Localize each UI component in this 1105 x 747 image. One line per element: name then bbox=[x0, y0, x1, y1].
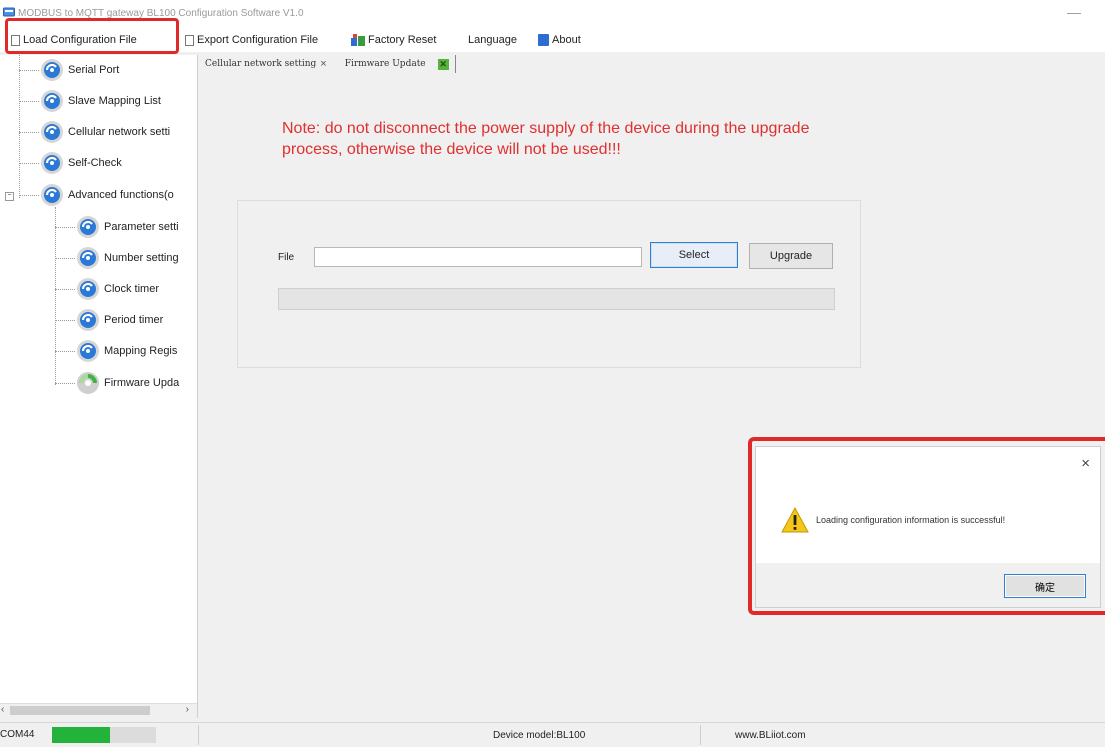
gear-icon bbox=[41, 90, 63, 112]
status-separator bbox=[198, 725, 199, 745]
tab-firmware-update[interactable]: Firmware Update bbox=[345, 59, 426, 69]
website-label: www.BLiiot.com bbox=[735, 730, 806, 741]
upgrade-warning-note: Note: do not disconnect the power supply… bbox=[282, 120, 810, 158]
language-menu[interactable]: Language bbox=[468, 32, 517, 48]
tree-item-label: Period timer bbox=[104, 314, 164, 326]
tree-item-label: Clock timer bbox=[104, 283, 160, 295]
tree-item-serial-port[interactable]: Serial Port bbox=[40, 58, 119, 82]
status-separator bbox=[700, 725, 701, 745]
upgrade-progress-bar bbox=[278, 288, 835, 310]
tree-item-slave-mapping-list[interactable]: Slave Mapping List bbox=[40, 89, 161, 113]
collapse-expander[interactable]: − bbox=[5, 192, 14, 201]
factory-reset-label: Factory Reset bbox=[368, 34, 437, 46]
export-configuration-label: Export Configuration File bbox=[197, 34, 319, 46]
gear-icon bbox=[41, 152, 63, 174]
about-menu[interactable]: About bbox=[538, 32, 581, 48]
upgrade-button[interactable]: Upgrade bbox=[749, 243, 833, 269]
sidebar-horizontal-scrollbar[interactable]: ‹ › bbox=[0, 703, 197, 718]
tree-item-label: Number setting bbox=[104, 252, 179, 264]
scrollbar-thumb[interactable] bbox=[10, 706, 150, 715]
factory-reset-menu[interactable]: Factory Reset bbox=[351, 32, 436, 48]
tree-item-cellular-network[interactable]: Cellular network setti bbox=[40, 120, 170, 144]
tree-item-label: Slave Mapping List bbox=[68, 95, 161, 107]
load-highlight-frame bbox=[5, 18, 179, 54]
tree-item-advanced-functions[interactable]: Advanced functions(o bbox=[40, 183, 174, 207]
select-file-button[interactable]: Select bbox=[650, 242, 738, 268]
tree-item-label: Firmware Upda bbox=[104, 377, 180, 389]
about-label: About bbox=[552, 34, 581, 46]
gear-icon bbox=[77, 309, 99, 331]
tab-separator bbox=[454, 55, 456, 73]
gear-icon bbox=[41, 184, 63, 206]
device-model-label: Device model:BL100 bbox=[493, 730, 586, 741]
status-bar: COM44 Device model:BL100 www.BLiiot.com bbox=[0, 722, 1105, 747]
green-gear-icon bbox=[77, 372, 99, 394]
tab-close-icon[interactable]: × bbox=[320, 58, 326, 70]
scroll-left-arrow-icon[interactable]: ‹ bbox=[1, 704, 4, 715]
file-path-input[interactable] bbox=[314, 247, 642, 267]
export-configuration-menu[interactable]: Export Configuration File bbox=[185, 32, 318, 48]
tab-label: Cellular network setting bbox=[205, 59, 317, 69]
tree-item-label: Serial Port bbox=[68, 64, 120, 76]
tab-cellular-network-setting[interactable]: Cellular network setting × bbox=[205, 58, 327, 70]
tree-item-parameter-setting[interactable]: Parameter setti bbox=[76, 215, 179, 239]
tree-item-label: Cellular network setti bbox=[68, 126, 171, 138]
tree-item-self-check[interactable]: Self-Check bbox=[40, 151, 122, 175]
gear-icon bbox=[77, 278, 99, 300]
about-icon bbox=[538, 34, 549, 46]
tree-item-clock-timer[interactable]: Clock timer bbox=[76, 277, 159, 301]
firmware-upgrade-panel bbox=[237, 200, 861, 368]
gear-icon bbox=[77, 247, 99, 269]
language-label: Language bbox=[468, 34, 517, 46]
dialog-highlight-frame bbox=[748, 437, 1105, 615]
com-port-label: COM44 bbox=[0, 729, 35, 740]
sidebar-tree: − Serial Port Slave Mapping List Cellula… bbox=[0, 55, 198, 718]
tab-label: Firmware Update bbox=[344, 59, 426, 69]
tree-item-label: Mapping Regis bbox=[104, 345, 178, 357]
app-icon bbox=[3, 7, 15, 17]
tree-item-label: Advanced functions(o bbox=[68, 189, 174, 201]
gear-icon bbox=[41, 59, 63, 81]
document-icon bbox=[185, 34, 194, 46]
tree-item-mapping-register[interactable]: Mapping Regis bbox=[76, 339, 177, 363]
tree-item-number-setting[interactable]: Number setting bbox=[76, 246, 179, 270]
tab-strip: Cellular network setting × Firmware Upda… bbox=[205, 53, 456, 75]
gear-icon bbox=[77, 216, 99, 238]
gear-icon bbox=[77, 340, 99, 362]
minimize-button[interactable]: — bbox=[1067, 4, 1081, 20]
scroll-right-arrow-icon[interactable]: › bbox=[186, 704, 189, 715]
connection-indicator-track bbox=[110, 727, 156, 743]
gear-icon bbox=[41, 121, 63, 143]
tab-close-green-icon[interactable]: ✕ bbox=[437, 58, 449, 70]
factory-reset-icon bbox=[351, 34, 365, 46]
connection-indicator bbox=[52, 727, 110, 743]
tree-item-firmware-update[interactable]: Firmware Upda bbox=[76, 371, 179, 395]
file-label: File bbox=[278, 252, 295, 263]
tree-item-label: Self-Check bbox=[68, 157, 122, 169]
tree-item-period-timer[interactable]: Period timer bbox=[76, 308, 163, 332]
tree-item-label: Parameter setti bbox=[104, 221, 179, 233]
